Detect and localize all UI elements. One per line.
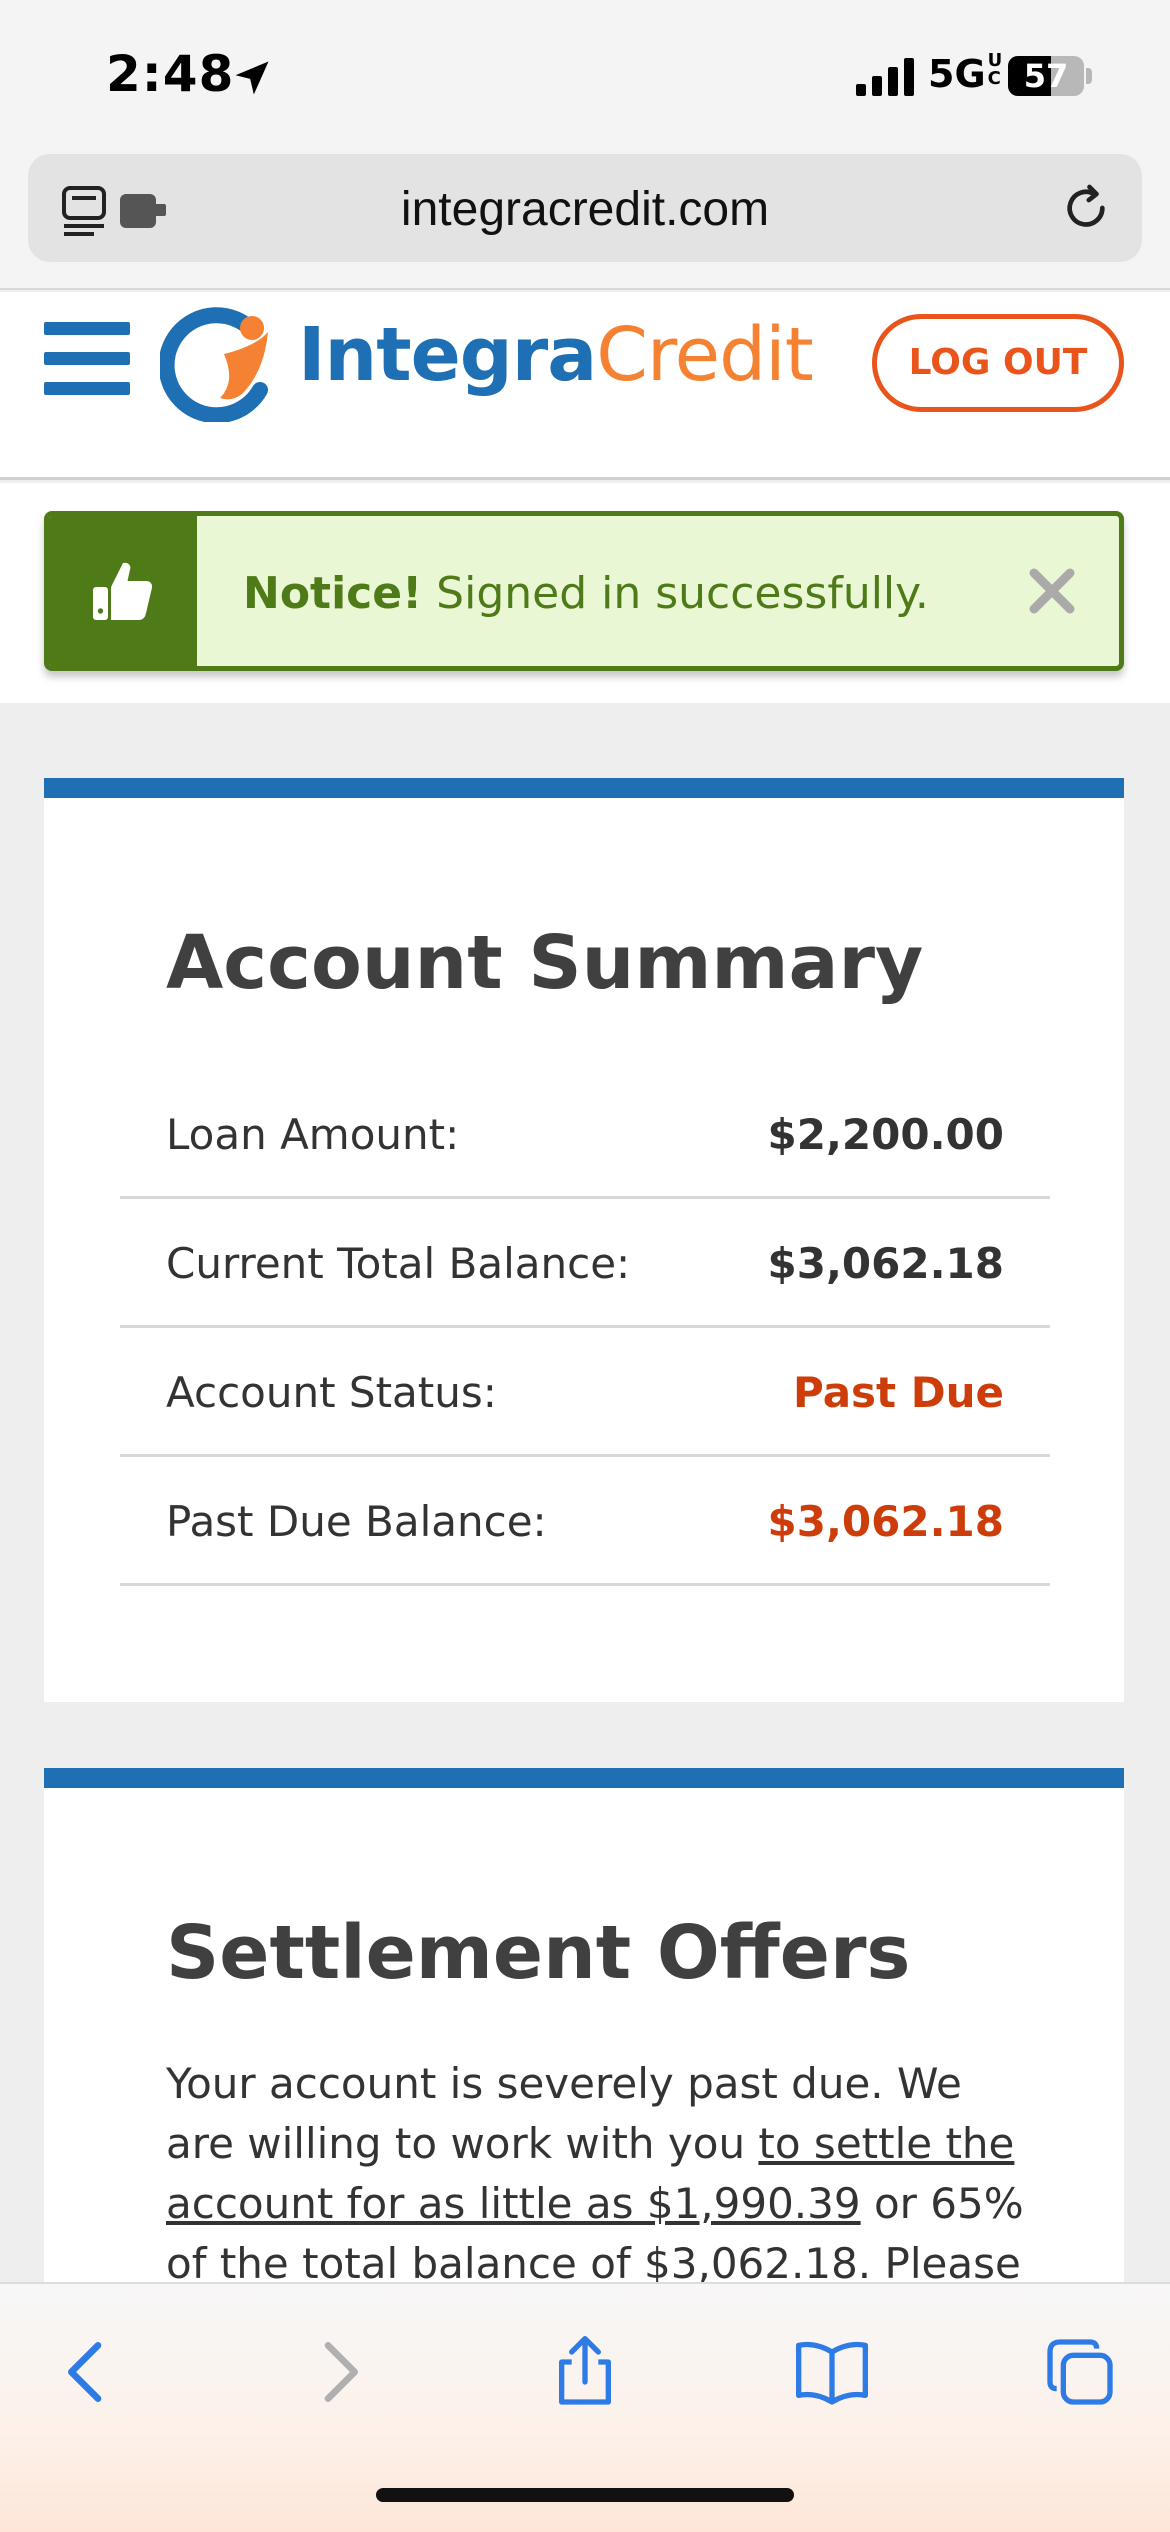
- logout-button[interactable]: LOG OUT: [872, 314, 1124, 412]
- summary-table: Loan Amount: $2,200.00 Current Total Bal…: [120, 1070, 1050, 1586]
- past-due-value: $3,062.18: [767, 1497, 1004, 1546]
- row-label: Loan Amount:: [166, 1110, 460, 1159]
- row-value: $3,062.18: [767, 1239, 1004, 1288]
- settlement-offers-title: Settlement Offers: [166, 1910, 911, 1996]
- forward-icon[interactable]: [298, 2332, 378, 2412]
- battery-level: 57: [1023, 57, 1069, 95]
- summary-row-past-due-balance: Past Due Balance: $3,062.18: [120, 1457, 1050, 1586]
- tabs-icon[interactable]: [1040, 2332, 1120, 2412]
- network-superscript: UC: [987, 50, 1003, 89]
- thumbs-up-icon: [93, 562, 152, 620]
- address-bar[interactable]: integracredit.com: [28, 154, 1142, 262]
- site-header: IntegraCredit LOG OUT: [0, 292, 1170, 480]
- cellular-signal-icon: [856, 58, 914, 96]
- integra-logo-icon[interactable]: [160, 302, 290, 422]
- reload-icon[interactable]: [1058, 180, 1114, 236]
- logo-wordmark[interactable]: IntegraCredit: [298, 312, 814, 398]
- notice-area: Notice! Signed in successfully.: [0, 483, 1170, 703]
- row-value: $2,200.00: [767, 1110, 1004, 1159]
- notice-icon-box: [49, 516, 197, 666]
- status-value: Past Due: [793, 1368, 1004, 1417]
- browser-address-area: integracredit.com: [0, 150, 1170, 290]
- row-label: Current Total Balance:: [166, 1239, 631, 1288]
- close-icon[interactable]: [1025, 564, 1079, 618]
- logo-secondary: Credit: [596, 312, 814, 398]
- notice-title: Notice!: [243, 568, 423, 619]
- network-type: 5G UC: [928, 50, 1003, 97]
- settlement-description: Your account is severely past due. We ar…: [166, 2054, 1026, 2294]
- status-time: 2:48: [106, 45, 235, 103]
- home-indicator[interactable]: [376, 2488, 794, 2502]
- notice-message: Notice! Signed in successfully.: [243, 568, 929, 619]
- account-summary-title: Account Summary: [166, 920, 924, 1006]
- location-arrow-icon: [235, 61, 269, 95]
- logo-primary: Integra: [298, 312, 597, 398]
- battery-icon: 57: [1008, 56, 1084, 96]
- url-text: integracredit.com: [400, 183, 770, 236]
- notice-body: Signed in successfully.: [422, 568, 929, 619]
- summary-row-account-status: Account Status: Past Due: [120, 1328, 1050, 1457]
- success-notice: Notice! Signed in successfully.: [44, 511, 1124, 671]
- bookmarks-icon[interactable]: [792, 2332, 872, 2412]
- battery-tip: [1086, 68, 1092, 84]
- share-icon[interactable]: [545, 2332, 625, 2412]
- row-label: Past Due Balance:: [166, 1497, 547, 1546]
- hamburger-menu-icon[interactable]: [44, 322, 130, 402]
- summary-row-current-balance: Current Total Balance: $3,062.18: [120, 1199, 1050, 1328]
- back-icon[interactable]: [48, 2332, 128, 2412]
- account-summary-card: Account Summary Loan Amount: $2,200.00 C…: [44, 778, 1124, 1702]
- summary-row-loan-amount: Loan Amount: $2,200.00: [120, 1070, 1050, 1199]
- status-bar: 2:48 5G UC 57: [0, 0, 1170, 150]
- row-label: Account Status:: [166, 1368, 497, 1417]
